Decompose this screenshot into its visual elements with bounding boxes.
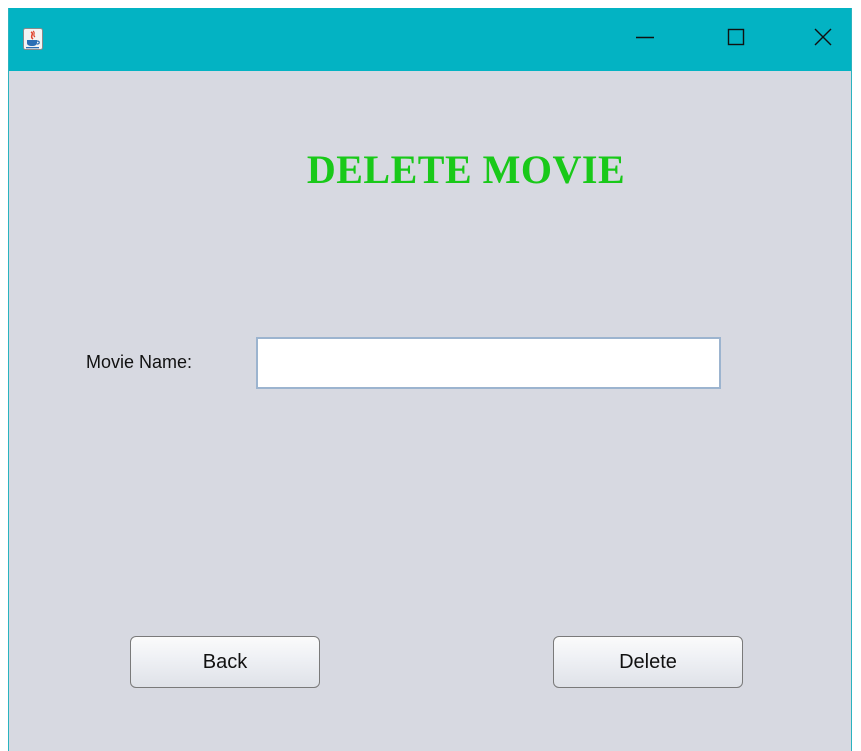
minimize-icon: [635, 27, 655, 52]
close-icon: [813, 27, 833, 52]
minimize-button[interactable]: [615, 8, 675, 71]
form-panel: DELETE MOVIE Movie Name: Back Delete: [9, 71, 851, 751]
page-title: DELETE MOVIE: [306, 147, 626, 192]
app-window: DELETE MOVIE Movie Name: Back Delete: [8, 8, 852, 751]
delete-button[interactable]: Delete: [553, 636, 743, 688]
movie-name-label: Movie Name:: [86, 352, 193, 372]
back-button[interactable]: Back: [130, 636, 320, 688]
maximize-button[interactable]: [706, 8, 766, 71]
java-cup-icon: [23, 28, 43, 50]
title-bar[interactable]: [9, 8, 851, 71]
close-button[interactable]: [793, 8, 851, 71]
maximize-icon: [726, 27, 746, 52]
movie-name-input[interactable]: [256, 337, 721, 389]
